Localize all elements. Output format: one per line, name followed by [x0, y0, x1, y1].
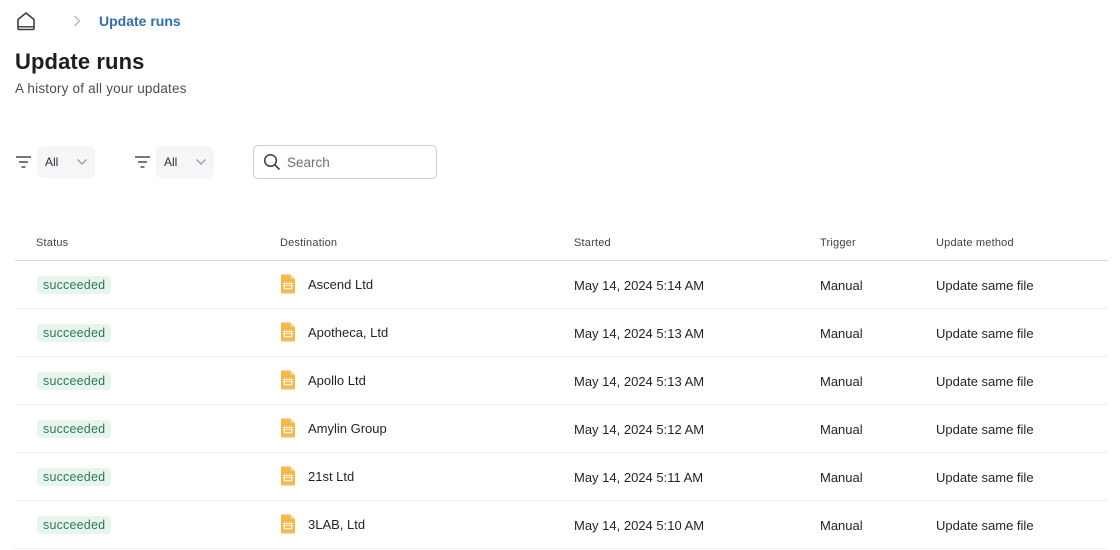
status-cell: succeeded [37, 405, 112, 453]
chevron-down-icon [195, 158, 207, 166]
search-input[interactable] [287, 154, 427, 170]
column-header-update-method[interactable]: Update method [936, 237, 1014, 249]
column-header-destination[interactable]: Destination [280, 237, 337, 249]
chevron-down-icon [76, 158, 88, 166]
status-badge: succeeded [37, 420, 112, 438]
status-badge: succeeded [37, 468, 112, 486]
document-icon [280, 466, 296, 486]
destination-cell: 3LAB, Ltd [280, 500, 365, 548]
destination-name[interactable]: 21st Ltd [308, 469, 354, 484]
table-row[interactable]: succeeded Amylin Group May 14, 2024 5:12… [15, 405, 1109, 453]
table-body: succeeded Ascend Ltd May 14, 2024 5:14 A… [15, 261, 1109, 549]
destination-name[interactable]: Apollo Ltd [308, 373, 366, 388]
trigger-filter-value: All [164, 155, 178, 169]
update-method-cell: Update same file [936, 469, 1034, 485]
status-filter-select[interactable]: All [37, 146, 95, 178]
table-row[interactable]: succeeded Ascend Ltd May 14, 2024 5:14 A… [15, 261, 1109, 309]
destination-name[interactable]: 3LAB, Ltd [308, 517, 365, 532]
document-icon [280, 370, 296, 390]
status-filter-value: All [45, 155, 59, 169]
column-header-started[interactable]: Started [574, 237, 611, 249]
status-cell: succeeded [37, 453, 112, 501]
table-row[interactable]: succeeded 3LAB, Ltd May 14, 2024 5:10 AM… [15, 501, 1109, 549]
page-title: Update runs [15, 49, 145, 74]
trigger-cell: Manual [820, 325, 863, 341]
home-icon[interactable] [15, 10, 37, 32]
trigger-cell: Manual [820, 469, 863, 485]
destination-name[interactable]: Amylin Group [308, 421, 387, 436]
status-badge: succeeded [37, 276, 112, 294]
destination-cell: Amylin Group [280, 404, 387, 452]
filter-lines-icon [15, 155, 32, 169]
column-header-trigger[interactable]: Trigger [820, 237, 856, 249]
breadcrumb: Update runs [15, 9, 181, 33]
status-cell: succeeded [37, 357, 112, 405]
document-icon [280, 274, 296, 294]
page-subtitle: A history of all your updates [15, 81, 187, 96]
status-cell: succeeded [37, 501, 112, 549]
filter-lines-icon [134, 155, 151, 169]
started-cell: May 14, 2024 5:10 AM [574, 517, 705, 533]
destination-name[interactable]: Apotheca, Ltd [308, 325, 388, 340]
status-cell: succeeded [37, 309, 112, 357]
destination-cell: 21st Ltd [280, 452, 354, 500]
status-filter: All [15, 146, 95, 178]
trigger-cell: Manual [820, 277, 863, 293]
started-cell: May 14, 2024 5:13 AM [574, 373, 705, 389]
column-header-status[interactable]: Status [36, 237, 68, 249]
status-badge: succeeded [37, 516, 112, 534]
trigger-filter-select[interactable]: All [156, 146, 214, 178]
table-row[interactable]: succeeded Apollo Ltd May 14, 2024 5:13 A… [15, 357, 1109, 405]
search-box [253, 145, 437, 179]
destination-cell: Apollo Ltd [280, 356, 366, 404]
destination-cell: Apotheca, Ltd [280, 308, 388, 356]
search-icon [263, 153, 281, 171]
status-cell: succeeded [37, 261, 112, 309]
started-cell: May 14, 2024 5:13 AM [574, 325, 705, 341]
update-method-cell: Update same file [936, 421, 1034, 437]
document-icon [280, 514, 296, 534]
update-method-cell: Update same file [936, 517, 1034, 533]
runs-table: Status Destination Started Trigger Updat… [15, 228, 1109, 549]
chevron-right-icon [71, 14, 83, 28]
trigger-cell: Manual [820, 517, 863, 533]
update-method-cell: Update same file [936, 277, 1034, 293]
breadcrumb-current[interactable]: Update runs [99, 13, 181, 29]
document-icon [280, 418, 296, 438]
trigger-cell: Manual [820, 421, 863, 437]
update-method-cell: Update same file [936, 325, 1034, 341]
status-badge: succeeded [37, 372, 112, 390]
update-method-cell: Update same file [936, 373, 1034, 389]
status-badge: succeeded [37, 324, 112, 342]
document-icon [280, 322, 296, 342]
trigger-cell: Manual [820, 373, 863, 389]
update-runs-page: Update runs Update runs A history of all… [0, 0, 1120, 550]
table-header: Status Destination Started Trigger Updat… [15, 228, 1109, 261]
destination-name[interactable]: Ascend Ltd [308, 277, 373, 292]
table-row[interactable]: succeeded Apotheca, Ltd May 14, 2024 5:1… [15, 309, 1109, 357]
trigger-filter: All [134, 146, 214, 178]
destination-cell: Ascend Ltd [280, 260, 373, 308]
table-row[interactable]: succeeded 21st Ltd May 14, 2024 5:11 AM … [15, 453, 1109, 501]
started-cell: May 14, 2024 5:14 AM [574, 277, 705, 293]
started-cell: May 14, 2024 5:12 AM [574, 421, 705, 437]
started-cell: May 14, 2024 5:11 AM [574, 469, 704, 485]
